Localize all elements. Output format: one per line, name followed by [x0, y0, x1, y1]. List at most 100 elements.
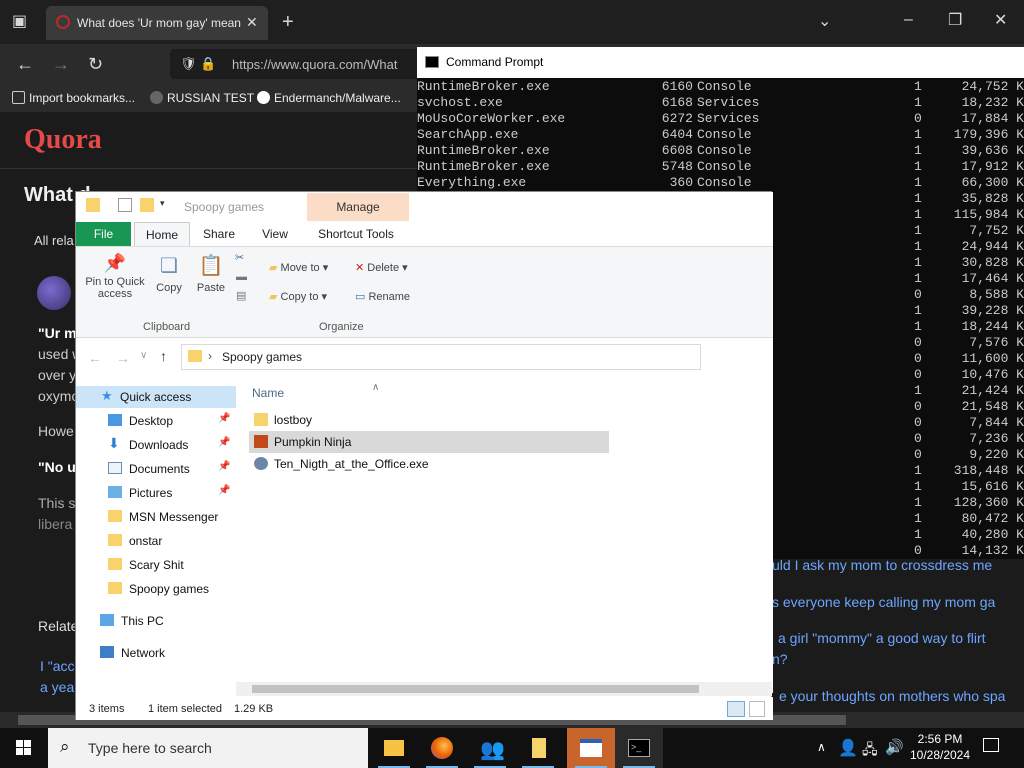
manage-tab[interactable]: Manage: [307, 193, 409, 221]
msn-tray-icon[interactable]: 👤: [838, 738, 858, 758]
process-mem: 14,132 K: [961, 543, 1024, 558]
taskbar-command-prompt[interactable]: >_: [615, 728, 663, 768]
new-tab-icon[interactable]: +: [282, 12, 294, 32]
process-row: RuntimeBroker.exe 5748 Console 1 17,912 K: [417, 159, 1024, 175]
explorer-titlebar[interactable]: ▾ Spoopy games Manage: [76, 192, 773, 222]
related-question-4b[interactable]: n?: [772, 651, 788, 667]
volume-icon[interactable]: 🔊: [885, 738, 904, 756]
recent-dropdown-icon[interactable]: ∨: [140, 350, 147, 361]
pin-quick-access-button[interactable]: 📌 Pin to Quick access: [82, 253, 148, 300]
maximize-icon[interactable]: ❐: [948, 13, 962, 29]
nav-quick-access[interactable]: ★ Quick access: [76, 386, 236, 408]
process-mem: 7,576 K: [969, 335, 1024, 350]
taskbar-folder[interactable]: [514, 728, 562, 768]
related-question-5[interactable]: e your thoughts on mothers who spa: [779, 688, 1005, 704]
bookmark-label: Endermanch/Malware...: [274, 91, 401, 105]
pin-icon[interactable]: 📌: [218, 461, 230, 472]
nav-desktop[interactable]: Desktop 📌: [76, 410, 236, 432]
forward-icon[interactable]: →: [116, 350, 130, 366]
related-question-3[interactable]: s everyone keep calling my mom ga: [772, 594, 995, 610]
nav-pictures[interactable]: Pictures 📌: [76, 482, 236, 504]
taskbar-search[interactable]: ⌕ Type here to search: [48, 728, 368, 768]
reload-icon[interactable]: ↻: [88, 55, 103, 73]
nav-spoopy-games[interactable]: Spoopy games: [76, 578, 236, 600]
details-view-icon[interactable]: [727, 701, 745, 717]
taskbar-firefox[interactable]: [418, 728, 466, 768]
avatar[interactable]: [37, 276, 71, 310]
properties-icon[interactable]: [118, 198, 132, 212]
new-folder-icon[interactable]: [140, 198, 154, 212]
rename-button[interactable]: ▭ Rename: [355, 290, 410, 303]
close-window-icon[interactable]: ✕: [994, 13, 1007, 29]
nav-label: MSN Messenger: [129, 510, 219, 524]
nav-downloads[interactable]: ⬇ Downloads 📌: [76, 434, 236, 456]
chevron-up-icon[interactable]: ∧: [817, 740, 826, 754]
file-row-pumpkin-ninja[interactable]: Pumpkin Ninja: [249, 431, 609, 453]
move-to-button[interactable]: ▰ Move to ▾: [269, 261, 328, 274]
back-icon[interactable]: ←: [88, 350, 102, 366]
back-icon[interactable]: ←: [16, 55, 34, 73]
related-question-2[interactable]: uld I ask my mom to crossdress me: [772, 557, 992, 573]
path-box[interactable]: › Spoopy games: [181, 344, 701, 370]
minimize-icon[interactable]: –: [904, 12, 913, 28]
taskbar-file-explorer[interactable]: [370, 728, 418, 768]
related-question-1b[interactable]: a yea: [40, 679, 74, 695]
browser-tab[interactable]: What does 'Ur mom gay' mean ✕: [46, 6, 268, 40]
quora-logo[interactable]: Quora: [24, 124, 102, 156]
nav-network[interactable]: Network: [76, 642, 236, 664]
tab-share[interactable]: Share: [194, 222, 244, 246]
tab-view[interactable]: View: [250, 222, 300, 246]
close-tab-icon[interactable]: ✕: [246, 14, 258, 31]
all-related-tab[interactable]: All rela: [34, 233, 74, 248]
nav-documents[interactable]: Documents 📌: [76, 458, 236, 480]
copy-to-button[interactable]: ▰ Copy to ▾: [269, 290, 327, 303]
copy-path-icon[interactable]: ▬: [236, 271, 247, 283]
pin-icon[interactable]: 📌: [218, 437, 230, 448]
address-bar[interactable]: 🛡 🔒 https://www.quora.com/What: [170, 49, 430, 79]
process-sessnum: 1: [914, 239, 922, 254]
file-row-lostboy[interactable]: lostboy: [249, 409, 609, 431]
paste-button[interactable]: 📋 Paste: [194, 253, 228, 294]
bookmark-import[interactable]: Import bookmarks...: [12, 91, 135, 105]
nav-this-pc[interactable]: This PC: [76, 610, 236, 632]
move-icon: ▰: [269, 262, 278, 274]
tab-home[interactable]: Home: [134, 222, 190, 246]
pin-icon[interactable]: 📌: [218, 485, 230, 496]
taskbar-msn[interactable]: 👥: [466, 728, 514, 768]
notifications-icon[interactable]: [983, 738, 999, 752]
nav-scary-shit[interactable]: Scary Shit: [76, 554, 236, 576]
pin-icon[interactable]: 📌: [218, 413, 230, 424]
bookmark-malware[interactable]: Endermanch/Malware...: [257, 91, 401, 105]
cmd-titlebar[interactable]: Command Prompt: [417, 47, 1024, 78]
bookmark-russian-test[interactable]: RUSSIAN TEST: [150, 91, 254, 105]
process-sessnum: 0: [914, 287, 922, 302]
windows-icon: [16, 740, 31, 755]
process-pid: 6608: [661, 143, 693, 158]
nav-onstar[interactable]: onstar: [76, 530, 236, 552]
tab-file[interactable]: File: [76, 222, 131, 246]
system-clock[interactable]: 2:56 PM 10/28/2024: [908, 731, 972, 763]
process-sessnum: 1: [914, 495, 922, 510]
start-button[interactable]: [0, 728, 48, 768]
answer-line-7: This s: [38, 495, 76, 511]
network-icon[interactable]: 🖧: [862, 739, 878, 763]
chevron-down-icon[interactable]: ⌄: [818, 14, 831, 30]
column-header-name[interactable]: Name: [252, 386, 284, 400]
file-row-ten-nigth[interactable]: Ten_Nigth_at_the_Office.exe: [249, 453, 609, 475]
qat-dropdown-icon[interactable]: ▾: [160, 198, 174, 212]
up-icon[interactable]: ↑: [160, 348, 167, 364]
paste-shortcut-icon[interactable]: ▤: [236, 289, 246, 302]
related-question-1a[interactable]: I "acc: [40, 658, 75, 674]
taskbar-app-active[interactable]: [567, 728, 615, 768]
file-pane-scrollbar[interactable]: [236, 682, 772, 696]
delete-button[interactable]: ✕ Delete ▾: [355, 261, 408, 274]
tab-actions-icon[interactable]: ▣: [12, 14, 27, 30]
large-icons-view-icon[interactable]: [749, 701, 765, 717]
tab-shortcut-tools[interactable]: Shortcut Tools: [308, 222, 404, 246]
rename-icon: ▭: [355, 291, 366, 303]
nav-msn-messenger[interactable]: MSN Messenger: [76, 506, 236, 528]
related-question-4[interactable]: a girl "mommy" a good way to flirt: [778, 630, 986, 646]
cut-icon[interactable]: ✂: [235, 251, 244, 264]
forward-icon[interactable]: →: [52, 55, 70, 73]
copy-button[interactable]: ❏ Copy: [154, 253, 184, 294]
